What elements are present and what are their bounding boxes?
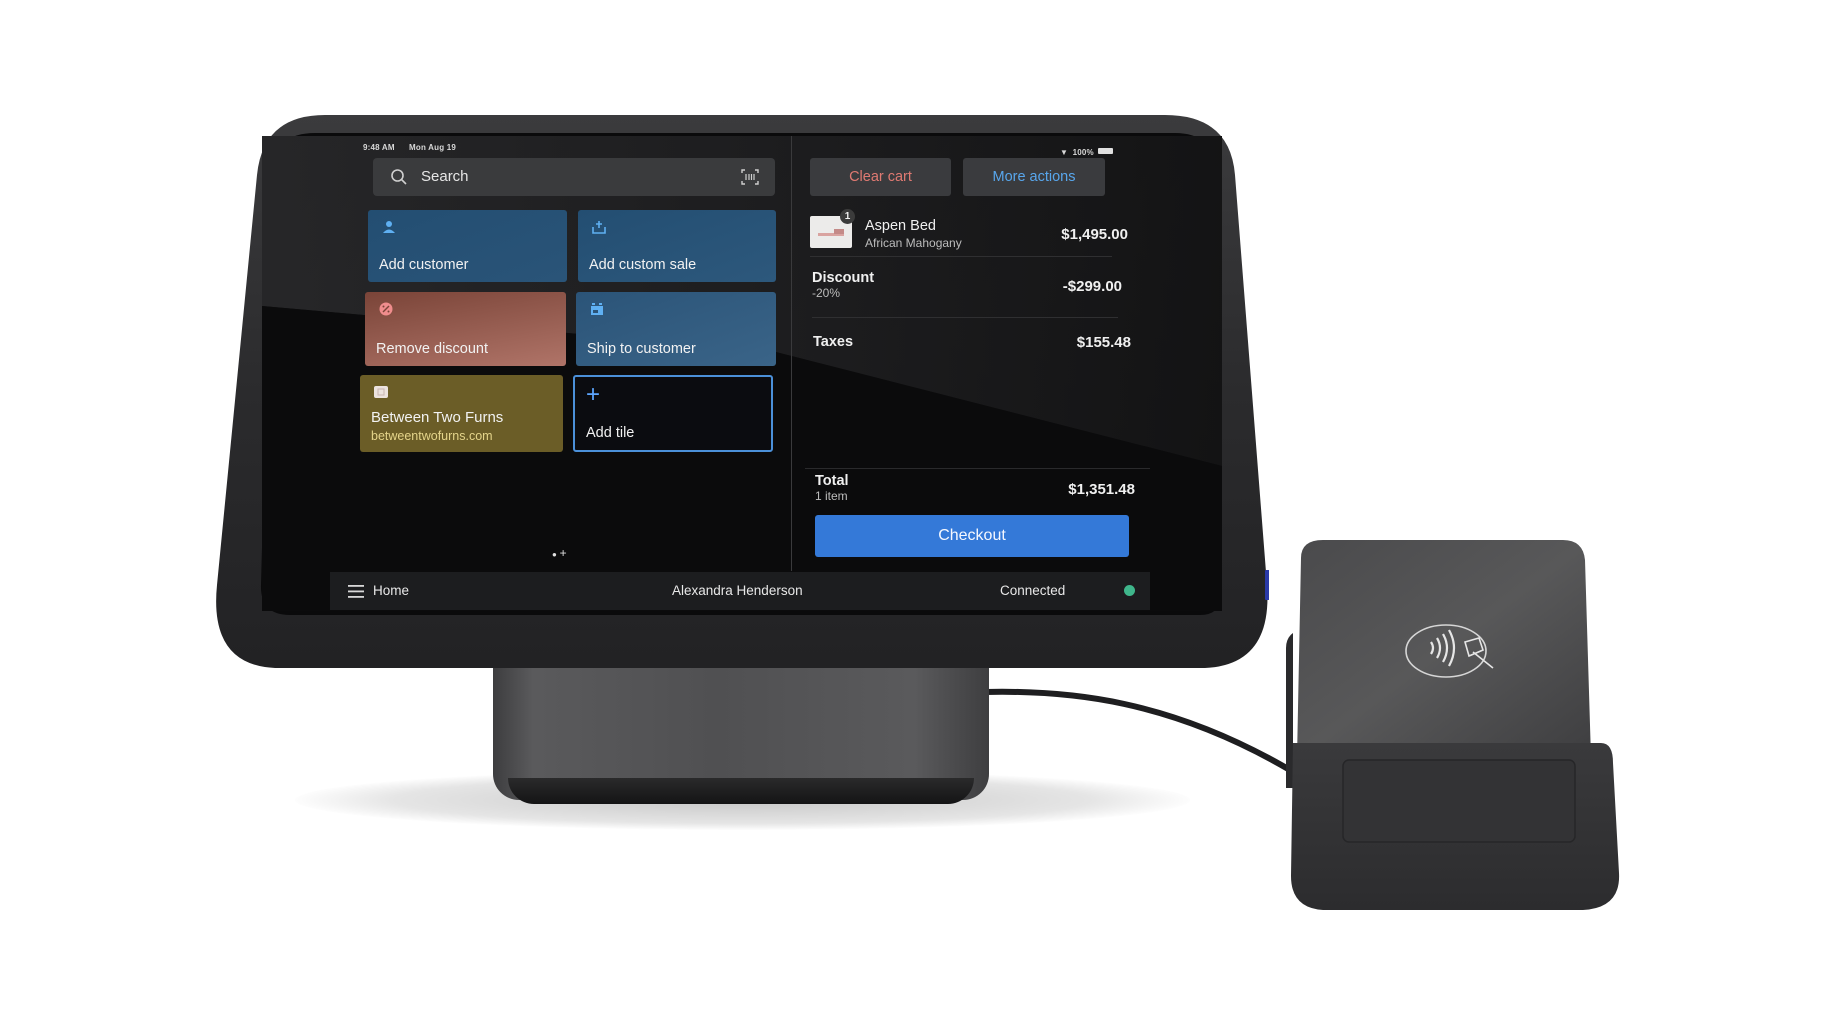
checkout-button[interactable]: Checkout xyxy=(815,515,1129,557)
side-button xyxy=(1265,570,1269,600)
search-placeholder: Search xyxy=(421,168,469,185)
card-reader xyxy=(1286,540,1620,910)
battery-icon xyxy=(1098,147,1114,154)
cart-line-item[interactable]: 1 Aspen Bed African Mahogany $1,495.00 xyxy=(810,206,1130,252)
discount-row[interactable]: Discount -20% -$299.00 xyxy=(812,270,1126,310)
home-label[interactable]: Home xyxy=(373,583,409,598)
tray-add-icon xyxy=(592,221,606,234)
pos-screen: 9:48 AM Mon Aug 19 ▼ 100% Search Add cus… xyxy=(262,136,1222,611)
person-icon xyxy=(383,221,395,233)
tile-label: Add customer xyxy=(379,257,469,273)
page-indicator: ● + xyxy=(552,546,567,560)
tile-label: Between Two Furns xyxy=(371,409,504,426)
tile-add-customer[interactable]: Add customer xyxy=(368,210,567,282)
tile-remove-discount[interactable]: Remove discount xyxy=(365,292,566,366)
status-date: Mon Aug 19 xyxy=(409,143,457,152)
divider-line xyxy=(810,256,1112,257)
wifi-icon: ▼ xyxy=(1060,148,1069,157)
item-variant: African Mahogany xyxy=(865,236,962,250)
hamburger-menu-icon[interactable] xyxy=(348,585,364,598)
search-input[interactable]: Search xyxy=(373,158,775,196)
plus-icon: + xyxy=(586,381,601,408)
item-price: $1,495.00 xyxy=(1061,226,1128,243)
taxes-row: Taxes $155.48 xyxy=(813,334,1131,356)
tile-add-custom-sale[interactable]: Add custom sale xyxy=(578,210,776,282)
item-name: Aspen Bed xyxy=(865,218,936,234)
discount-badge-icon xyxy=(379,302,393,316)
tile-ship-to-customer[interactable]: Ship to customer xyxy=(576,292,776,366)
total-row: Total 1 item $1,351.48 xyxy=(815,473,1137,509)
brand-logo-icon xyxy=(374,386,388,398)
tile-label: Add custom sale xyxy=(589,257,697,273)
tile-sublabel: betweentwofurns.com xyxy=(371,429,493,443)
more-actions-button[interactable]: More actions xyxy=(963,158,1105,196)
reader-cable xyxy=(982,688,1293,773)
taxes-amount: $155.48 xyxy=(1076,334,1131,351)
battery-level: 100% xyxy=(1072,148,1094,157)
search-icon xyxy=(391,169,407,185)
connection-status-dot xyxy=(1124,585,1135,596)
divider-line xyxy=(812,317,1118,318)
add-page-button[interactable]: + xyxy=(560,546,567,560)
divider-line xyxy=(805,468,1150,469)
tile-between-two-furns[interactable]: Between Two Furns betweentwofurns.com xyxy=(360,375,563,452)
tile-label: Remove discount xyxy=(376,341,489,357)
quantity-badge: 1 xyxy=(840,209,855,224)
barcode-scan-icon[interactable] xyxy=(741,169,759,185)
stand-base xyxy=(508,778,974,804)
tile-label: Ship to customer xyxy=(587,341,696,357)
connection-status: Connected xyxy=(1000,583,1066,598)
status-time: 9:48 AM xyxy=(363,143,395,152)
clear-cart-button[interactable]: Clear cart xyxy=(810,158,951,196)
total-amount: $1,351.48 xyxy=(1068,481,1135,498)
panel-divider xyxy=(791,136,792,571)
tile-label: Add tile xyxy=(586,425,635,441)
employee-name[interactable]: Alexandra Henderson xyxy=(672,583,803,598)
tile-add-tile[interactable]: + Add tile xyxy=(573,375,773,452)
discount-amount: -$299.00 xyxy=(1062,278,1122,295)
shipping-box-icon xyxy=(591,303,603,315)
page-dot-active[interactable]: ● xyxy=(552,550,557,559)
bottom-nav-bar: Home Alexandra Henderson Connected xyxy=(330,572,1150,610)
